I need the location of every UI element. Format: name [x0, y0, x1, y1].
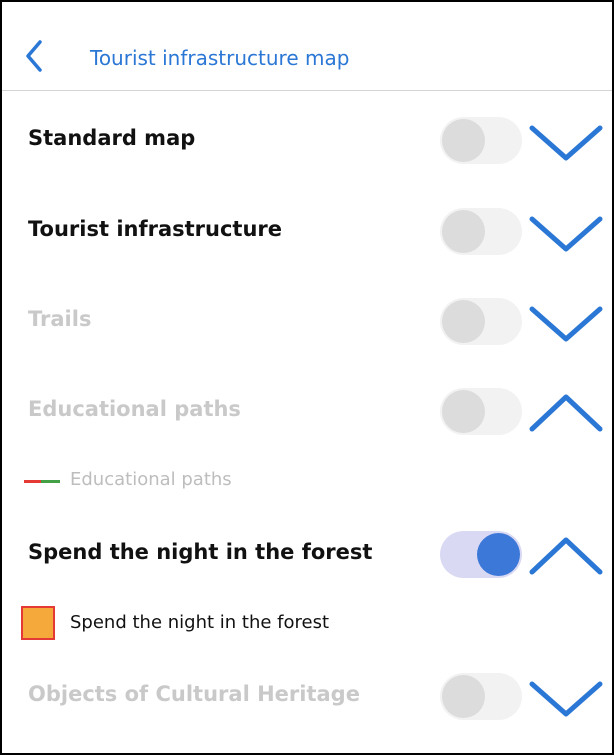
toggle-trails[interactable]	[440, 298, 522, 345]
chevron-up-icon	[529, 394, 603, 432]
legend-item-spend-the-night: Spend the night in the forest	[2, 602, 612, 646]
layer-label-spend-the-night: Spend the night in the forest	[28, 540, 373, 564]
toggle-knob	[442, 119, 485, 162]
toggle-knob	[442, 210, 485, 253]
toggle-knob	[442, 675, 485, 718]
legend-label-spend-the-night: Spend the night in the forest	[70, 612, 330, 633]
layer-row-standard-map: Standard map	[2, 110, 612, 170]
expand-tourist-infrastructure-button[interactable]	[526, 203, 606, 259]
toggle-standard-map[interactable]	[440, 117, 522, 164]
collapse-educational-paths-button[interactable]	[526, 383, 606, 439]
layers-panel: Tourist infrastructure map Standard map …	[0, 0, 614, 755]
legend-label-educational-paths: Educational paths	[70, 469, 232, 490]
legend-item-educational-paths: Educational paths	[2, 459, 612, 503]
chevron-left-icon	[26, 40, 42, 72]
red-green-line-icon	[24, 480, 60, 483]
layer-row-trails: Trails	[2, 291, 612, 351]
back-button[interactable]	[20, 38, 50, 74]
chevron-down-icon	[529, 681, 603, 717]
expand-cultural-heritage-button[interactable]	[526, 668, 606, 724]
toggle-knob	[442, 300, 485, 343]
layer-row-cultural-heritage: Objects of Cultural Heritage	[2, 666, 612, 726]
chevron-down-icon	[529, 306, 603, 342]
layer-label-standard-map: Standard map	[28, 126, 196, 150]
layer-label-trails: Trails	[28, 307, 92, 331]
toggle-cultural-heritage[interactable]	[440, 673, 522, 720]
expand-standard-map-button[interactable]	[526, 112, 606, 168]
toggle-knob	[442, 390, 485, 433]
toggle-knob	[477, 533, 520, 576]
chevron-up-icon	[529, 537, 603, 575]
layer-label-tourist-infrastructure: Tourist infrastructure	[28, 217, 283, 241]
layer-row-spend-the-night: Spend the night in the forest	[2, 524, 612, 584]
collapse-spend-the-night-button[interactable]	[526, 526, 606, 582]
layer-label-educational-paths: Educational paths	[28, 397, 241, 421]
toggle-tourist-infrastructure[interactable]	[440, 208, 522, 255]
toggle-spend-the-night[interactable]	[440, 531, 522, 578]
expand-trails-button[interactable]	[526, 293, 606, 349]
layer-label-cultural-heritage: Objects of Cultural Heritage	[28, 682, 360, 706]
chevron-down-icon	[529, 125, 603, 161]
layer-row-tourist-infrastructure: Tourist infrastructure	[2, 201, 612, 261]
orange-square-icon	[21, 606, 55, 640]
page-title: Tourist infrastructure map	[90, 46, 350, 70]
chevron-down-icon	[529, 216, 603, 252]
layer-row-educational-paths: Educational paths	[2, 381, 612, 441]
toggle-educational-paths[interactable]	[440, 388, 522, 435]
header-bar: Tourist infrastructure map	[2, 2, 612, 91]
